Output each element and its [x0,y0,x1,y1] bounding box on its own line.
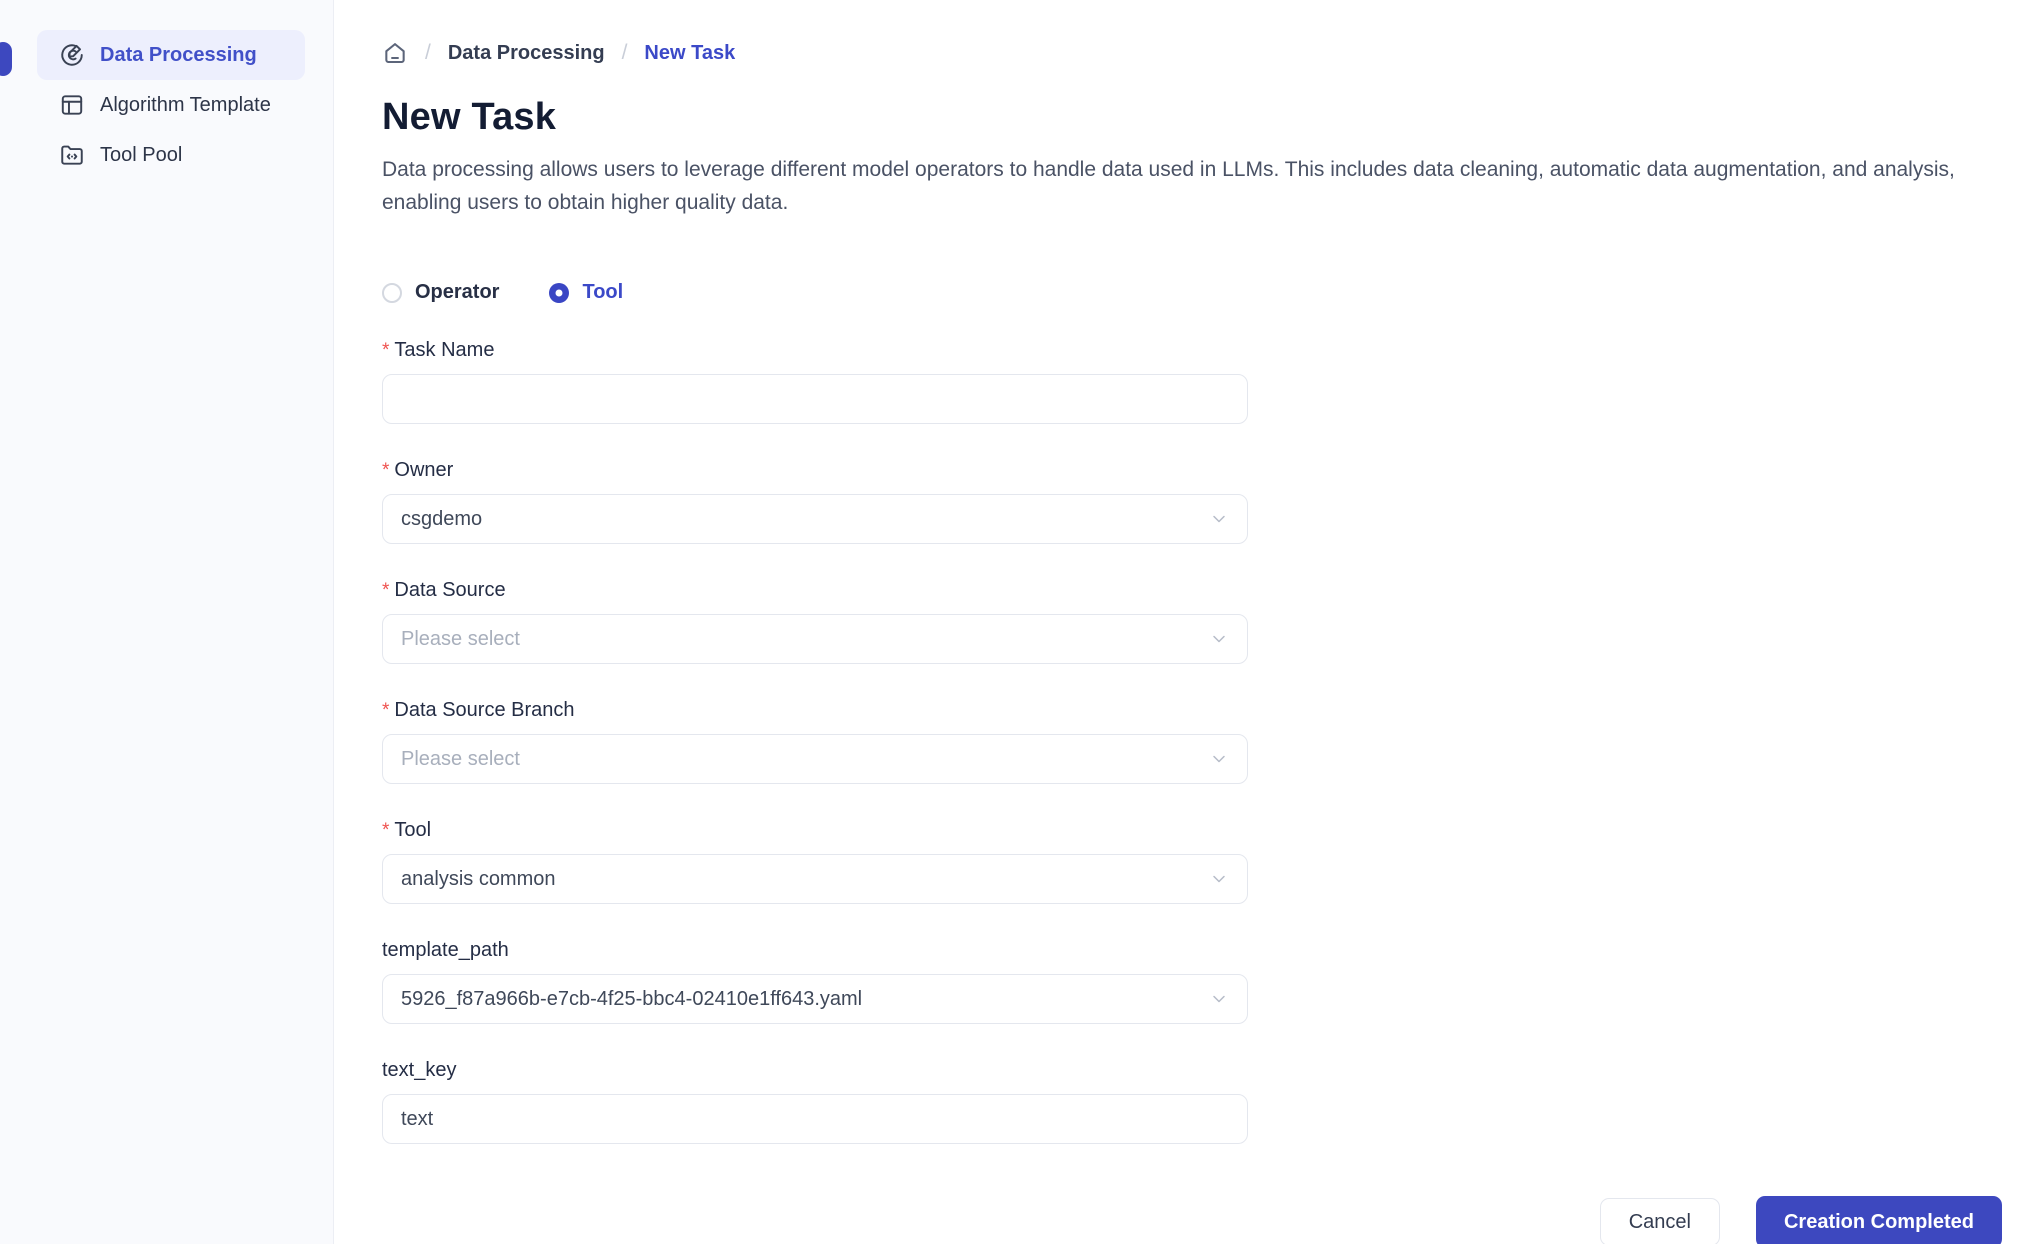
tool-select[interactable]: analysis common [382,854,1248,904]
sidebar-item-label: Data Processing [100,44,257,67]
radio-option-operator[interactable]: Operator [382,281,499,304]
required-marker: * [382,700,389,722]
field-label-text: Task Name [394,339,494,362]
radio-option-tool[interactable]: Tool [549,281,623,304]
active-nav-indicator [0,42,12,76]
sidebar: Data Processing Algorithm Template [0,0,334,1244]
field-label: template_path [382,939,1248,962]
main-content: / Data Processing / New Task New Task Da… [334,0,2032,1244]
breadcrumb-new-task: New Task [644,42,735,65]
field-label-text: text_key [382,1059,456,1082]
radio-unselected-icon[interactable] [382,283,402,303]
sidebar-menu: Data Processing Algorithm Template [0,0,333,180]
field-label: * Tool [382,819,1248,842]
field-task-name: * Task Name [382,339,1248,424]
data-source-branch-select[interactable]: Please select [382,734,1248,784]
field-label-text: Data Source Branch [394,699,574,722]
home-icon[interactable] [382,40,408,66]
breadcrumb: / Data Processing / New Task [382,40,2002,66]
radio-selected-icon[interactable] [549,283,569,303]
form-footer: Cancel Creation Completed [382,1196,2002,1244]
task-name-input[interactable] [382,374,1248,424]
field-label: text_key [382,1059,1248,1082]
field-label-text: template_path [382,939,509,962]
field-label-text: Tool [394,819,431,842]
breadcrumb-data-processing[interactable]: Data Processing [448,42,605,65]
field-data-source-branch: * Data Source Branch Please select [382,699,1248,784]
field-text-key: text_key [382,1059,1248,1144]
owner-select[interactable]: csgdemo [382,494,1248,544]
cancel-button[interactable]: Cancel [1600,1198,1720,1244]
sidebar-item-label: Tool Pool [100,144,182,167]
sidebar-item-data-processing[interactable]: Data Processing [37,30,305,80]
breadcrumb-separator: / [622,41,628,65]
radio-label-operator: Operator [415,281,499,304]
algorithm-template-icon [59,92,85,118]
template-path-select[interactable]: 5926_f87a966b-e7cb-4f25-bbc4-02410e1ff64… [382,974,1248,1024]
tool-select-value: analysis common [401,868,556,891]
data-source-branch-placeholder: Please select [401,748,520,771]
field-label-text: Owner [394,459,453,482]
field-label: * Task Name [382,339,1248,362]
field-label-text: Data Source [394,579,505,602]
field-label: * Data Source [382,579,1248,602]
field-label: * Data Source Branch [382,699,1248,722]
field-label: * Owner [382,459,1248,482]
owner-select-value: csgdemo [401,508,482,531]
chevron-down-icon [1209,509,1229,529]
data-processing-icon [59,42,85,68]
chevron-down-icon [1209,629,1229,649]
required-marker: * [382,340,389,362]
new-task-form: Operator Tool * Task Name * Owner csgdem… [382,281,2002,1244]
sidebar-item-tool-pool[interactable]: Tool Pool [37,130,305,180]
required-marker: * [382,820,389,842]
creation-completed-button[interactable]: Creation Completed [1756,1196,2002,1244]
tool-pool-icon [59,142,85,168]
field-owner: * Owner csgdemo [382,459,1248,544]
text-key-input[interactable] [382,1094,1248,1144]
field-data-source: * Data Source Please select [382,579,1248,664]
required-marker: * [382,580,389,602]
required-marker: * [382,460,389,482]
data-source-select[interactable]: Please select [382,614,1248,664]
sidebar-item-label: Algorithm Template [100,94,271,117]
page-title: New Task [382,96,2002,139]
data-source-placeholder: Please select [401,628,520,651]
template-path-select-value: 5926_f87a966b-e7cb-4f25-bbc4-02410e1ff64… [401,988,862,1011]
sidebar-item-algorithm-template[interactable]: Algorithm Template [37,80,305,130]
page-description: Data processing allows users to leverage… [382,153,1992,219]
chevron-down-icon [1209,749,1229,769]
chevron-down-icon [1209,869,1229,889]
task-type-radio-group: Operator Tool [382,281,2002,304]
chevron-down-icon [1209,989,1229,1009]
field-template-path: template_path 5926_f87a966b-e7cb-4f25-bb… [382,939,1248,1024]
breadcrumb-separator: / [425,41,431,65]
radio-label-tool: Tool [582,281,623,304]
field-tool: * Tool analysis common [382,819,1248,904]
